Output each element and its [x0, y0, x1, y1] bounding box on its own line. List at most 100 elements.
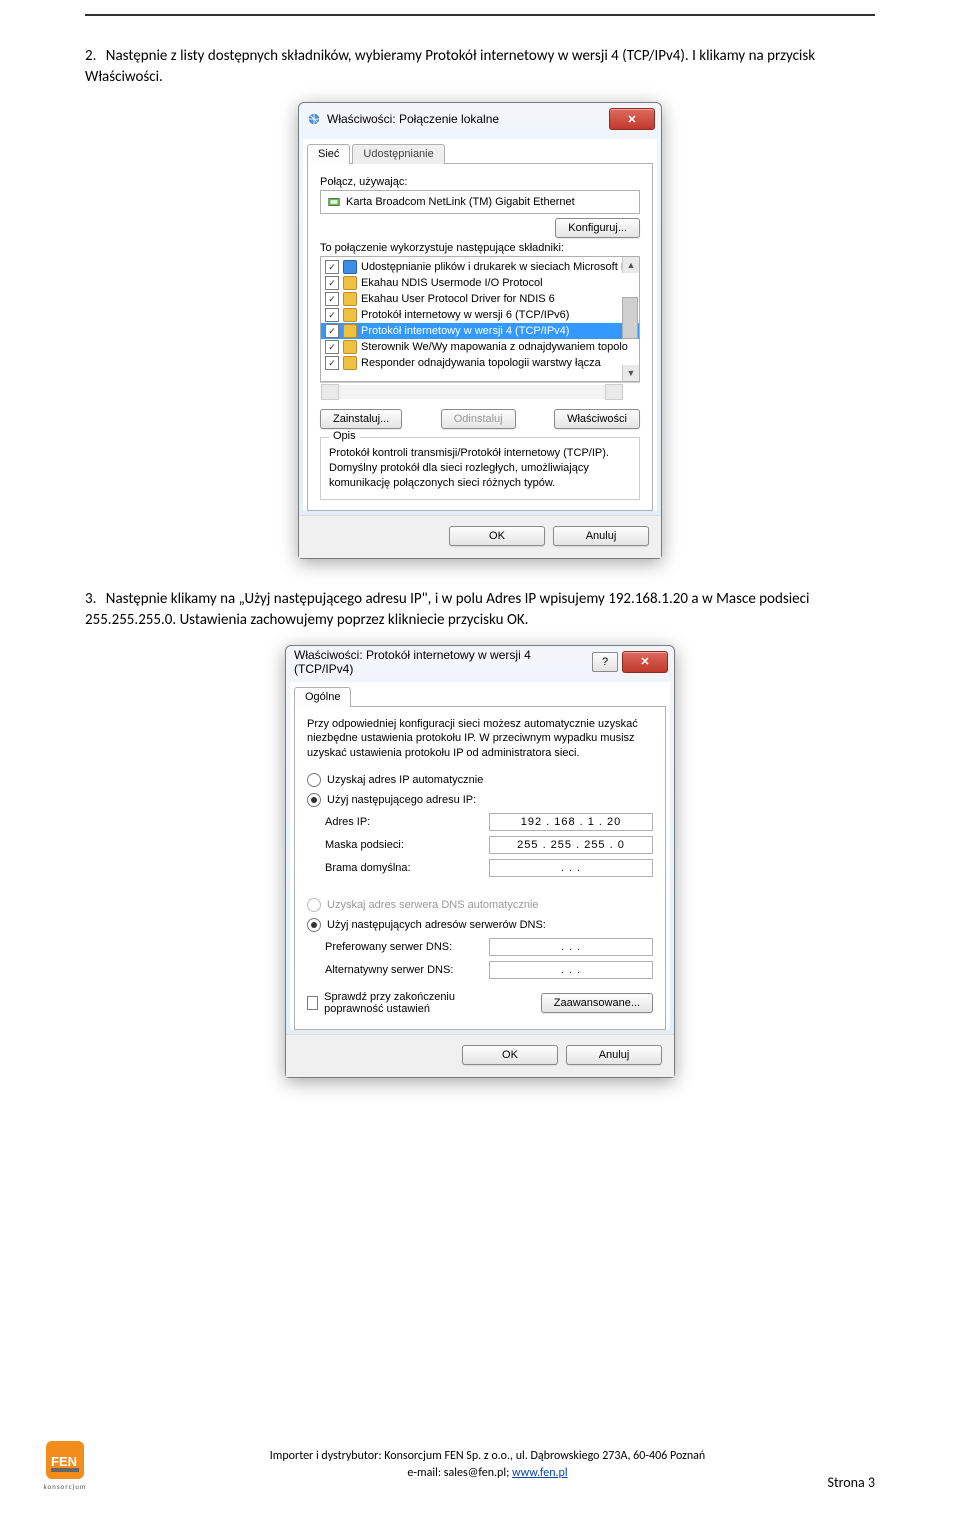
dialog-title: Właściwości: Protokół internetowy w wers…	[294, 648, 592, 676]
components-label: To połączenie wykorzystuje następujące s…	[320, 242, 640, 254]
dns-alternate-label: Alternatywny serwer DNS:	[325, 964, 453, 976]
close-button[interactable]: ✕	[622, 651, 668, 673]
list-item: Sterownik We/Wy mapowania z odnajdywanie…	[321, 339, 639, 355]
protocol-icon	[343, 356, 357, 370]
step-3-number: 3.	[85, 590, 96, 608]
fen-logo: FEN konsorcjum	[40, 1438, 90, 1491]
titlebar[interactable]: Właściwości: Połączenie lokalne ✕	[299, 103, 661, 135]
adapter-icon	[327, 195, 341, 209]
protocol-icon	[343, 340, 357, 354]
page-number: Strona 3	[828, 1474, 875, 1491]
protocol-icon	[343, 276, 357, 290]
dns-preferred-label: Preferowany serwer DNS:	[325, 941, 452, 953]
ok-button[interactable]: OK	[449, 526, 545, 546]
adapter-name: Karta Broadcom NetLink (TM) Gigabit Ethe…	[346, 196, 575, 208]
list-item: Udostępnianie plików i drukarek w siecia…	[321, 259, 639, 275]
radio-obtain-dns-auto: Uzyskaj adres serwera DNS automatycznie	[307, 898, 653, 912]
install-button[interactable]: Zainstaluj...	[320, 409, 402, 429]
tab-siec[interactable]: Sieć	[307, 144, 350, 164]
network-icon	[307, 112, 321, 126]
checkbox-icon[interactable]	[325, 292, 339, 306]
cancel-button[interactable]: Anuluj	[566, 1045, 662, 1065]
list-item: Protokół internetowy w wersji 6 (TCP/IPv…	[321, 307, 639, 323]
ip-address-label: Adres IP:	[325, 816, 370, 828]
tab-strip: Sieć Udostępnianie	[303, 139, 657, 163]
protocol-icon	[343, 324, 357, 338]
footer-email-prefix: e-mail: sales@fen.pl;	[407, 1466, 512, 1480]
help-icon: ?	[602, 656, 608, 668]
gateway-label: Brama domyślna:	[325, 862, 411, 874]
list-item: Ekahau User Protocol Driver for NDIS 6	[321, 291, 639, 307]
subnet-mask-label: Maska podsieci:	[325, 839, 404, 851]
dialog-title: Właściwości: Połączenie lokalne	[327, 112, 609, 126]
dns-alternate-field[interactable]: . . .	[489, 961, 653, 979]
cancel-button[interactable]: Anuluj	[553, 526, 649, 546]
list-item: Ekahau NDIS Usermode I/O Protocol	[321, 275, 639, 291]
scroll-right-button[interactable]	[605, 384, 623, 400]
footer: FEN konsorcjum Importer i dystrybutor: K…	[0, 1438, 960, 1491]
titlebar[interactable]: Właściwości: Protokół internetowy w wers…	[286, 646, 674, 678]
checkbox-icon[interactable]	[325, 340, 339, 354]
checkbox-icon[interactable]	[325, 324, 339, 338]
service-icon	[343, 260, 357, 274]
gateway-field[interactable]: . . .	[489, 859, 653, 877]
checkbox-icon[interactable]	[325, 260, 339, 274]
step-3-text: Następnie klikamy na „Użyj następującego…	[85, 590, 809, 629]
radio-icon	[307, 773, 321, 787]
horizontal-scrollbar[interactable]	[320, 382, 640, 401]
description-legend: Opis	[329, 430, 360, 442]
checkbox-icon[interactable]	[325, 308, 339, 322]
close-icon: ✕	[627, 113, 636, 126]
scroll-down-button[interactable]: ▼	[622, 365, 639, 381]
radio-icon	[307, 918, 321, 932]
svg-text:FEN: FEN	[51, 1454, 77, 1469]
list-item: Responder odnajdywania topologii warstwy…	[321, 355, 639, 371]
advanced-button[interactable]: Zaawansowane...	[541, 993, 653, 1013]
description-group: Opis Protokół kontroli transmisji/Protok…	[320, 437, 640, 500]
step-2-number: 2.	[85, 47, 96, 65]
radio-use-static-dns[interactable]: Użyj następujących adresów serwerów DNS:	[307, 918, 653, 932]
dns-preferred-field[interactable]: . . .	[489, 938, 653, 956]
subnet-mask-field[interactable]: 255 . 255 . 255 . 0	[489, 836, 653, 854]
ipv4-properties-dialog: Właściwości: Protokół internetowy w wers…	[285, 645, 675, 1079]
adapter-field: Karta Broadcom NetLink (TM) Gigabit Ethe…	[320, 190, 640, 214]
help-button[interactable]: ?	[592, 652, 618, 672]
footer-link[interactable]: www.fen.pl	[512, 1466, 568, 1480]
close-button[interactable]: ✕	[609, 108, 655, 130]
scroll-left-button[interactable]	[321, 384, 339, 400]
tab-panel: Przy odpowiedniej konfiguracji sieci moż…	[294, 706, 666, 1031]
footer-line-1: Importer i dystrybutor: Konsorcjum FEN S…	[100, 1448, 875, 1465]
connection-properties-dialog: Właściwości: Połączenie lokalne ✕ Sieć U…	[298, 102, 662, 559]
radio-use-static-ip[interactable]: Użyj następującego adresu IP:	[307, 793, 653, 807]
ip-address-field[interactable]: 192 . 168 . 1 . 20	[489, 813, 653, 831]
uninstall-button[interactable]: Odinstaluj	[441, 409, 516, 429]
properties-button[interactable]: Właściwości	[554, 409, 640, 429]
close-icon: ✕	[640, 655, 649, 668]
description-text: Protokół kontroli transmisji/Protokół in…	[329, 446, 631, 491]
radio-icon	[307, 898, 321, 912]
component-list[interactable]: Udostępnianie plików i drukarek w siecia…	[320, 256, 640, 382]
step-3: 3. Następnie klikamy na „Użyj następując…	[85, 589, 875, 631]
radio-obtain-ip-auto[interactable]: Uzyskaj adres IP automatycznie	[307, 773, 653, 787]
intro-text: Przy odpowiedniej konfiguracji sieci moż…	[307, 717, 653, 762]
scroll-thumb[interactable]	[622, 297, 638, 339]
tab-strip: Ogólne	[290, 682, 670, 706]
header-rule	[85, 14, 875, 16]
validate-on-exit-checkbox[interactable]: Sprawdź przy zakończeniu poprawność usta…	[307, 991, 507, 1015]
step-2: 2. Następnie z listy dostępnych składnik…	[85, 46, 875, 88]
configure-button[interactable]: Konfiguruj...	[555, 218, 640, 238]
tab-panel: Połącz, używając: Karta Broadcom NetLink…	[307, 163, 653, 511]
checkbox-icon[interactable]	[325, 276, 339, 290]
scroll-up-button[interactable]: ▲	[622, 257, 639, 273]
radio-icon	[307, 793, 321, 807]
ok-button[interactable]: OK	[462, 1045, 558, 1065]
fen-logo-icon: FEN	[43, 1438, 87, 1482]
connect-using-label: Połącz, używając:	[320, 176, 640, 188]
step-2-text: Następnie z listy dostępnych składników,…	[85, 47, 815, 86]
tab-udostepnianie[interactable]: Udostępnianie	[352, 144, 444, 164]
protocol-icon	[343, 308, 357, 322]
logo-subtext: konsorcjum	[44, 1482, 87, 1491]
checkbox-icon[interactable]	[325, 356, 339, 370]
tab-ogolne[interactable]: Ogólne	[294, 687, 351, 707]
list-item-selected: Protokół internetowy w wersji 4 (TCP/IPv…	[321, 323, 639, 339]
